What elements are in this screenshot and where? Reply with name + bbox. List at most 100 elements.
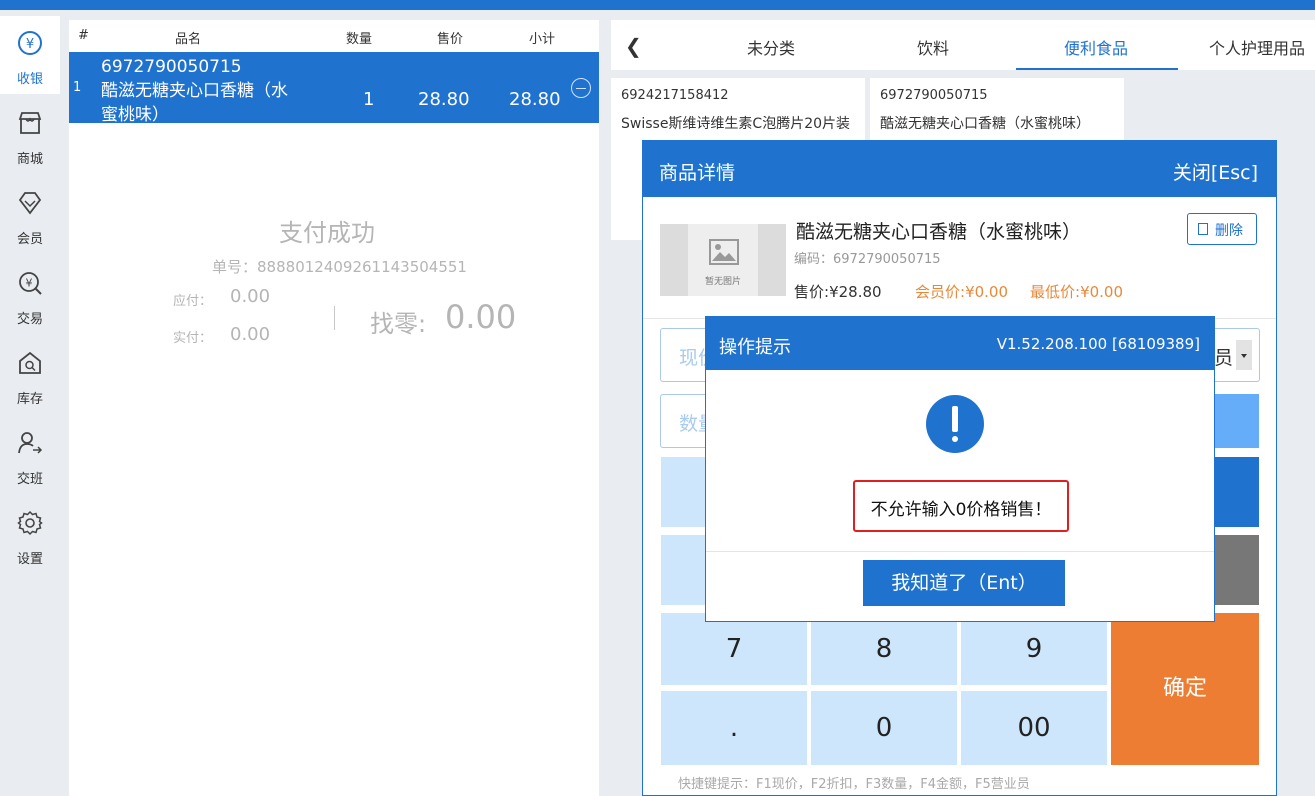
alert-title: 操作提示 <box>719 337 791 358</box>
product-name: 酷滋无糖夹心口香糖（水蜜桃味） <box>880 116 1090 132</box>
sidebar-item-label: 库存 <box>16 392 43 407</box>
cart-panel: # 品名 数量 售价 小计 1 6972790050715 酷滋无糖夹心口香糖（… <box>69 20 599 796</box>
delete-button[interactable]: 删除 <box>1187 213 1257 245</box>
delete-label: 删除 <box>1215 223 1243 239</box>
column-index: # <box>78 28 89 43</box>
detail-title: 商品详情 <box>659 162 736 184</box>
alert-message-highlight: 不允许输入0价格销售！ <box>853 480 1069 532</box>
sidebar-item-shift[interactable]: 交班 <box>0 416 60 494</box>
chevron-down-icon[interactable] <box>1236 340 1252 370</box>
row-qty: 1 <box>363 89 375 110</box>
detail-price-label: 售价: <box>794 283 830 301</box>
back-chevron-icon[interactable]: ❮ <box>625 34 642 58</box>
keypad-key-8[interactable]: 8 <box>811 613 957 685</box>
paid-value: 0.00 <box>230 324 271 345</box>
detail-header: 商品详情 关闭[Esc] <box>643 141 1276 197</box>
keypad-key-00[interactable]: 00 <box>961 691 1107 765</box>
row-price: 28.80 <box>418 89 470 110</box>
detail-price-value: ¥28.80 <box>829 283 882 301</box>
confirm-button[interactable]: 确定 <box>1111 613 1259 765</box>
category-tabs: ❮ 未分类 饮料 便利食品 个人护理用品 <box>611 20 1315 70</box>
alert-message: 不允许输入0价格销售！ <box>870 500 1052 520</box>
sidebar-item-label: 收银 <box>16 72 43 87</box>
sidebar-item-cashier[interactable]: ¥ 收银 <box>0 16 60 94</box>
sidebar-item-member[interactable]: 会员 <box>0 176 60 254</box>
product-thumbnail: 暂无图片 <box>660 224 786 296</box>
tab-uncategorized[interactable]: 未分类 <box>747 35 795 59</box>
sidebar-item-label: 商城 <box>16 152 43 167</box>
operation-alert-dialog: 操作提示 V1.52.208.100 [68109389] 不允许输入0价格销售… <box>705 316 1215 622</box>
change-value: 0.00 <box>445 298 517 336</box>
tab-drinks[interactable]: 饮料 <box>917 35 949 59</box>
alert-divider <box>706 551 1214 552</box>
detail-member-price: 会员价:¥0.00 <box>915 281 1008 302</box>
transaction-search-icon: ¥ <box>19 272 42 295</box>
column-qty: 数量 <box>346 32 373 47</box>
cashier-icon: ¥ <box>18 31 42 55</box>
svg-text:¥: ¥ <box>26 37 34 52</box>
detail-price: 售价:¥28.80 <box>794 281 882 302</box>
alert-header: 操作提示 V1.52.208.100 [68109389] <box>706 317 1214 370</box>
order-number: 单号：888801240926114350455­1 <box>212 256 467 277</box>
image-placeholder-icon <box>709 239 739 265</box>
shift-handover-icon <box>18 432 43 454</box>
gear-icon <box>17 510 43 536</box>
tab-convenience-food[interactable]: 便利食品 <box>1064 35 1128 59</box>
detail-product-name: 酷滋无糖夹心口香糖（水蜜桃味） <box>796 221 1082 243</box>
svg-text:¥: ¥ <box>26 277 33 290</box>
shortcut-hint: 快捷键提示：F1现价，F2折扣，F3数量，F4金额，F5营业员 <box>678 777 1030 792</box>
row-product: 6972790050715 酷滋无糖夹心口香糖（水蜜桃味） <box>101 55 301 127</box>
trash-icon <box>1198 223 1208 235</box>
sidebar-item-store[interactable]: 商城 <box>0 96 60 174</box>
detail-min-price: 最低价:¥0.00 <box>1030 281 1123 302</box>
change-label: 找零: <box>370 310 427 338</box>
column-price: 售价 <box>437 32 464 47</box>
member-diamond-icon <box>18 192 42 215</box>
detail-min-label: 最低价: <box>1030 283 1081 301</box>
product-code: 6972790050715 <box>880 88 988 103</box>
keypad-key-9[interactable]: 9 <box>961 613 1107 685</box>
salesperson-select-text: 员 <box>1214 347 1234 369</box>
keypad-key-dot[interactable]: . <box>661 691 807 765</box>
due-value: 0.00 <box>230 286 271 307</box>
sidebar-item-transaction[interactable]: ¥ 交易 <box>0 256 60 334</box>
alert-version: V1.52.208.100 [68109389] <box>996 335 1200 353</box>
remove-item-minus-icon[interactable] <box>571 78 591 98</box>
detail-code-value: 6972790050715 <box>833 252 941 267</box>
cart-header: # 品名 数量 售价 小计 <box>69 20 599 52</box>
product-name: Swisse斯维诗维生素C泡腾片20片装 <box>621 116 851 132</box>
row-code: 6972790050715 <box>101 57 242 77</box>
no-image-text: 暂无图片 <box>704 277 741 287</box>
paid-label: 实付： <box>173 331 213 346</box>
order-value: 888801240926114350455­1 <box>257 258 467 276</box>
sidebar-item-label: 交班 <box>16 472 43 487</box>
column-name: 品名 <box>175 32 202 47</box>
sidebar-item-settings[interactable]: 设置 <box>0 496 60 574</box>
row-name: 酷滋无糖夹心口香糖（水蜜桃味） <box>101 81 288 125</box>
top-accent-bar <box>0 0 1315 10</box>
detail-min-value: ¥0.00 <box>1080 283 1124 301</box>
tab-personal-care[interactable]: 个人护理用品 <box>1209 35 1305 59</box>
sidebar-item-label: 会员 <box>16 232 43 247</box>
detail-code-label: 编码： <box>794 252 834 267</box>
sidebar-item-inventory[interactable]: 库存 <box>0 336 60 414</box>
detail-member-label: 会员价: <box>915 283 966 301</box>
store-icon <box>18 112 42 134</box>
detail-code: 编码：6972790050715 <box>794 248 941 267</box>
column-subtotal: 小计 <box>529 32 556 47</box>
exclamation-icon <box>926 395 984 453</box>
detail-close-button[interactable]: 关闭[Esc] <box>1173 158 1258 185</box>
acknowledge-button[interactable]: 我知道了（Ent） <box>863 560 1065 606</box>
row-index: 1 <box>73 80 82 95</box>
keypad-key-7[interactable]: 7 <box>661 613 807 685</box>
keypad-key-0[interactable]: 0 <box>811 691 957 765</box>
table-row[interactable]: 1 6972790050715 酷滋无糖夹心口香糖（水蜜桃味） 1 28.80 … <box>69 52 599 125</box>
sidebar-item-label: 设置 <box>16 552 43 567</box>
sidebar-item-label: 交易 <box>16 312 43 327</box>
product-code: 6924217158412 <box>621 88 729 103</box>
due-label: 应付： <box>173 294 213 309</box>
detail-member-value: ¥0.00 <box>965 283 1009 301</box>
order-label: 单号： <box>212 258 258 276</box>
row-subtotal: 28.80 <box>509 89 561 110</box>
payment-divider <box>334 306 335 330</box>
